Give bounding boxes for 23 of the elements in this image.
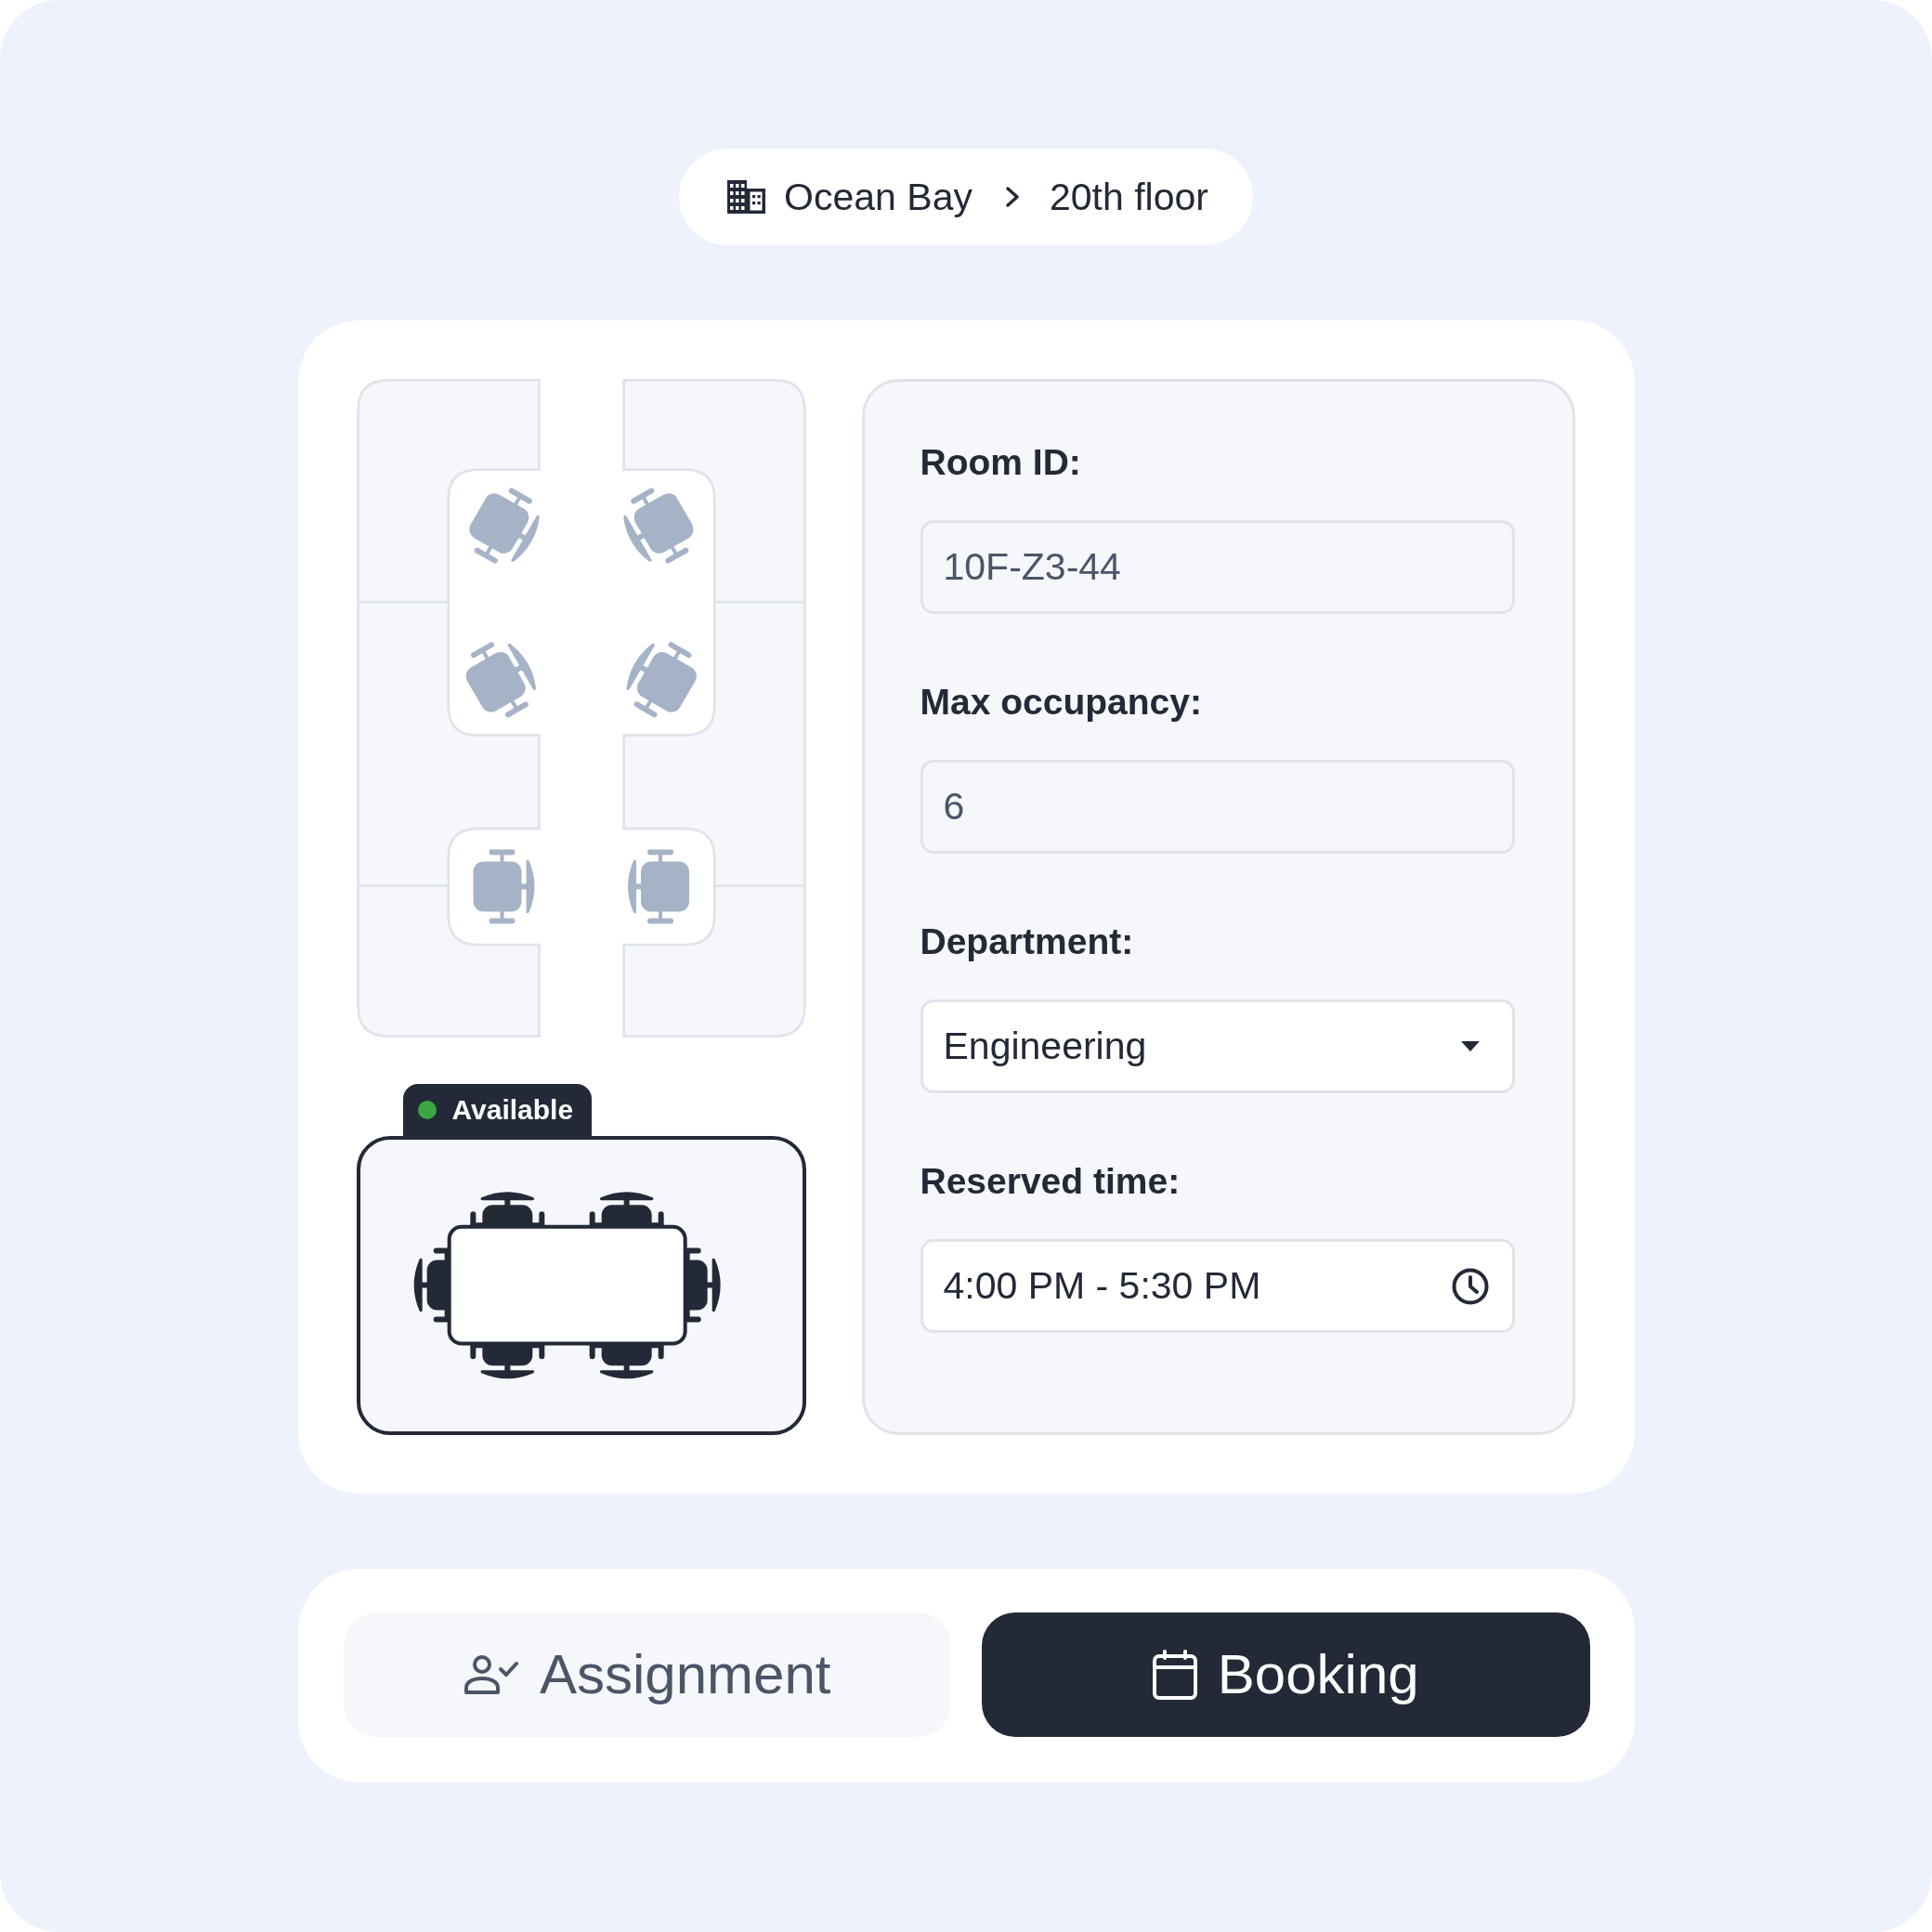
calendar-icon	[1152, 1650, 1197, 1700]
assignment-button[interactable]: Assignment	[343, 1612, 951, 1737]
chair-icon	[625, 642, 697, 718]
chair-icon	[465, 642, 536, 718]
breadcrumb-link[interactable]: 20th floor	[1049, 175, 1208, 219]
chair-icon	[627, 849, 689, 924]
time-field[interactable]: 4:00 PM - 5:30 PM	[920, 1239, 1515, 1333]
chair-icon	[468, 488, 540, 564]
status-label: Available	[451, 1093, 574, 1127]
breadcrumb-link[interactable]: Ocean Bay	[784, 175, 973, 219]
field-label: Max occupancy:	[920, 681, 1203, 724]
dropdown-field[interactable]: Engineering	[920, 999, 1515, 1093]
building-icon	[727, 180, 766, 214]
chair-icon	[473, 849, 534, 924]
caret-icon	[1460, 1041, 1480, 1051]
booking-button[interactable]: Booking	[982, 1612, 1590, 1737]
chevron-icon	[1004, 187, 1020, 207]
field-label: Reserved time:	[920, 1160, 1181, 1203]
person-check-icon	[463, 1655, 519, 1694]
field-label: Room ID:	[920, 441, 1082, 484]
field-label: Department:	[920, 920, 1135, 963]
clock-icon	[1451, 1267, 1489, 1305]
chair-icon	[622, 488, 694, 564]
